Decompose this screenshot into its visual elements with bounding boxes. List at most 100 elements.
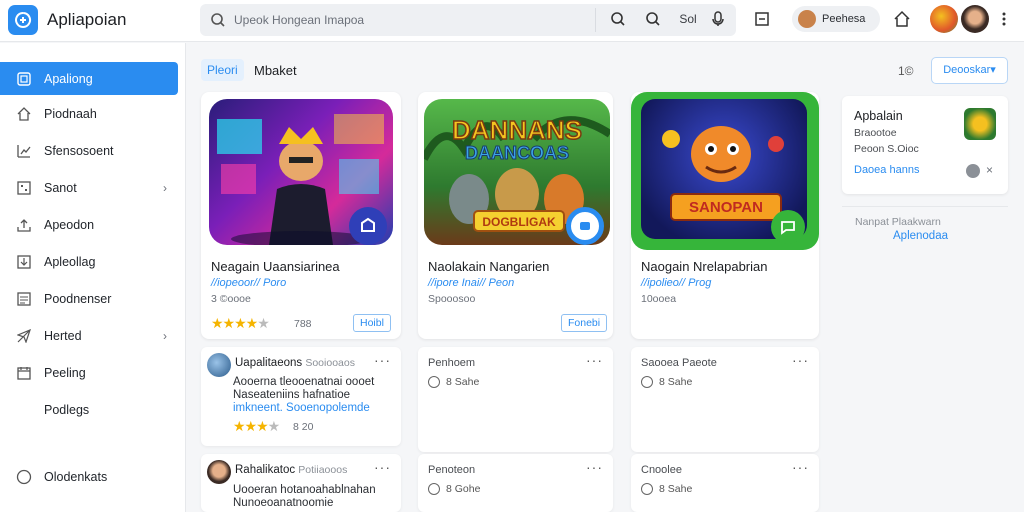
install-button[interactable]: Hoibl <box>353 314 391 332</box>
activity-card[interactable]: Saooea Paeote ··· 8 Sahe <box>631 347 819 452</box>
sidebar-item-label: Peeling <box>44 365 86 380</box>
post-card[interactable]: Uapalitaeons Sooiooaos ··· Aooerna tleoo… <box>201 347 401 446</box>
app-category: //ipore Inai// Peon <box>428 277 515 289</box>
app-name[interactable]: Naolakain Nangarien <box>428 259 549 274</box>
app-title: Apliapoian <box>47 10 127 29</box>
post-text: Uooeran hotanoahablnahan <box>233 484 376 496</box>
app-meta: Spooosoo <box>428 293 476 305</box>
more-icon[interactable]: ··· <box>792 352 809 368</box>
section-link[interactable]: Aplenodaa <box>893 230 948 242</box>
sidebar-item-label: Herted <box>44 328 82 343</box>
app-thumbnail[interactable]: SANOPAN <box>631 92 819 250</box>
apps-icon <box>16 71 32 87</box>
more-vertical-icon[interactable] <box>994 9 1014 29</box>
search-input[interactable]: Upeok Hongean Imapoa <box>234 13 364 27</box>
clock-icon <box>428 483 440 495</box>
chart-icon <box>16 143 32 159</box>
download-icon <box>16 254 32 270</box>
app-thumbnail[interactable] <box>209 99 393 245</box>
app-card[interactable]: SANOPAN Naogain Nrelapabrian //ipolieo//… <box>631 92 819 339</box>
sidebar-item-label: Poodnenser <box>44 291 112 306</box>
app-name[interactable]: Neagain Uaansiarinea <box>211 259 340 274</box>
sidebar-item-apps[interactable]: Apaliong <box>0 62 178 95</box>
game-banner-art: DOGBLIGAK <box>482 215 556 229</box>
rating-count: 8 20 <box>293 421 314 433</box>
calendar-icon <box>16 365 32 381</box>
sidebar-item-sanot[interactable]: Sanot › <box>0 171 178 204</box>
window-icon[interactable] <box>752 9 772 29</box>
sidebar-item-home[interactable]: Piodnaah <box>0 97 178 130</box>
more-icon[interactable]: ··· <box>374 459 391 475</box>
sidebar-item-label: Apeodon <box>44 217 95 232</box>
app-name[interactable]: Naogain Nrelapabrian <box>641 259 767 274</box>
sort-dropdown[interactable]: Deooskar▾ <box>931 57 1008 84</box>
section-label: Nanpat Plaakwarn <box>855 216 941 228</box>
sidebar-item-label: Podlegs <box>44 402 90 417</box>
more-icon[interactable]: ··· <box>586 459 603 475</box>
activity-card[interactable]: Cnoolee ··· 8 Sahe <box>631 454 819 512</box>
activity-time: 8 Sahe <box>659 483 693 495</box>
sidebar-item-label: Sanot <box>44 180 77 195</box>
activity-card[interactable]: Penoteon ··· 8 Gohe <box>418 454 613 512</box>
clock-icon <box>641 483 653 495</box>
sidebar-item-podlegs[interactable]: Podlegs <box>0 393 178 426</box>
app-icon <box>964 108 996 140</box>
game-avatar[interactable] <box>930 5 958 33</box>
search-icon[interactable] <box>608 9 628 29</box>
rating-stars: ★★★★★ <box>211 315 270 331</box>
app-logo-icon[interactable] <box>8 5 38 35</box>
sidebar-item-calendar[interactable]: Peeling <box>0 356 178 389</box>
result-count: 1© <box>898 64 914 78</box>
sidebar-item-send[interactable]: Herted › <box>0 319 178 352</box>
activity-time: 8 Sahe <box>446 376 480 388</box>
app-meta: 10ooea <box>641 293 677 305</box>
app-thumbnail[interactable]: DANNANS DAANCOAS DOGBLIGAK <box>424 99 610 245</box>
filter-label[interactable]: Sol <box>676 9 700 29</box>
rating-count: 788 <box>294 318 312 330</box>
game-banner-art: SANOPAN <box>689 199 763 216</box>
install-button[interactable]: Fonebi <box>561 314 608 332</box>
user-chip[interactable]: Peehesa <box>792 6 880 32</box>
filter-pill[interactable]: Pleori <box>201 59 244 81</box>
app-category: //iopeoor// Poro <box>211 277 287 289</box>
info-detail: Peoon S.Oioc <box>854 143 919 155</box>
sidebar-item-upload[interactable]: Apeodon <box>0 208 178 241</box>
sidebar-item-download[interactable]: Apleollag <box>0 245 178 278</box>
activity-card[interactable]: Penhoem ··· 8 Sahe <box>418 347 613 452</box>
app-badge-icon <box>349 207 387 245</box>
sidebar-item-list[interactable]: Poodnenser <box>0 282 178 315</box>
info-subtitle: Braootoe <box>854 127 897 139</box>
user-name: Peehesa <box>822 13 866 25</box>
more-icon[interactable]: ··· <box>792 459 809 475</box>
mic-icon[interactable] <box>708 9 728 29</box>
activity-title: Penoteon <box>428 464 476 476</box>
close-icon[interactable]: × <box>986 163 993 177</box>
sidebar-item-label: Piodnaah <box>44 106 97 121</box>
post-text: Aooerna tleooenatnai oooet <box>233 376 375 388</box>
app-card[interactable]: DANNANS DAANCOAS DOGBLIGAK Naolakain Nan… <box>418 92 613 339</box>
app-card[interactable]: Neagain Uaansiarinea //iopeoor// Poro 3 … <box>201 92 401 339</box>
list-icon <box>16 291 32 307</box>
more-icon[interactable]: ··· <box>374 352 391 368</box>
app-meta: 3 ©oooe <box>211 293 251 305</box>
home-icon[interactable] <box>892 9 912 29</box>
circle-icon <box>16 469 32 485</box>
chevron-right-icon: › <box>163 328 167 343</box>
zoom-icon[interactable] <box>643 9 663 29</box>
sidebar-item-label: Apleollag <box>44 254 96 269</box>
sidebar-item-stats[interactable]: Sfensosoent <box>0 134 178 167</box>
post-author: Rahalikatoc Potiiaooos <box>235 464 348 476</box>
more-icon[interactable]: ··· <box>586 352 603 368</box>
divider <box>842 206 1008 207</box>
activity-time: 8 Gohe <box>446 483 481 495</box>
post-text: Naseateniins hafnatioe <box>233 389 350 401</box>
info-title: Apbalain <box>854 109 903 123</box>
game-title-art: DANNANS <box>452 115 582 145</box>
info-icon[interactable] <box>966 164 980 178</box>
info-link[interactable]: Daoea hanns <box>854 164 919 176</box>
home-icon <box>16 106 32 122</box>
activity-title: Cnoolee <box>641 464 682 476</box>
sidebar-item-settings[interactable]: Olodenkats <box>0 460 178 493</box>
profile-avatar[interactable] <box>961 5 989 33</box>
post-card[interactable]: Rahalikatoc Potiiaooos ··· Uooeran hotan… <box>201 454 401 512</box>
